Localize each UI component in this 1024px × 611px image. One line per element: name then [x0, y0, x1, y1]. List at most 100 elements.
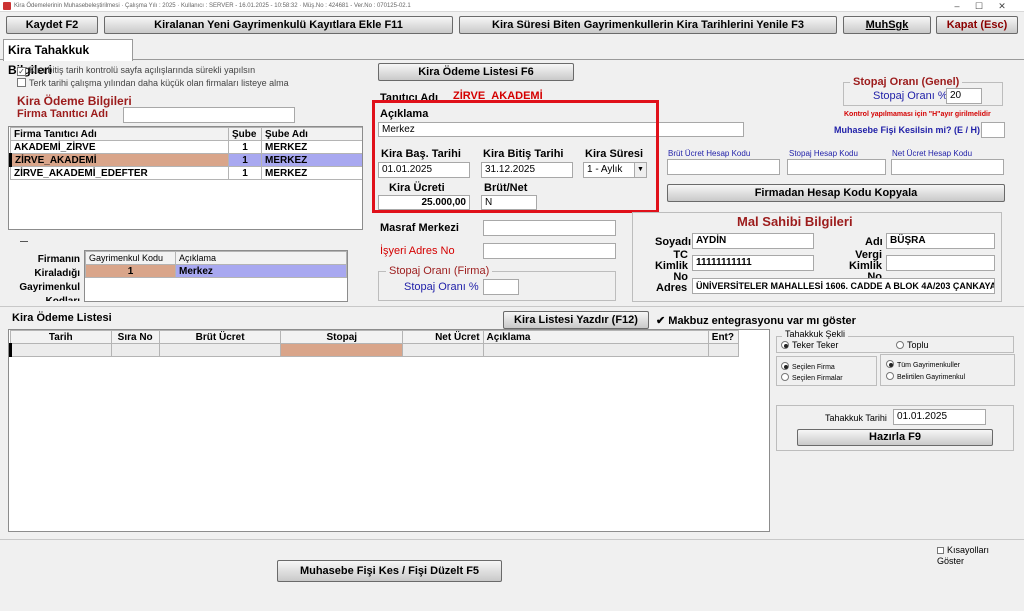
- save-button[interactable]: Kaydet F2: [6, 16, 98, 34]
- col-net-ucret[interactable]: Net Ücret: [402, 330, 484, 344]
- cell-firma: ZİRVE_AKADEMİ_EDEFTER: [10, 166, 229, 180]
- adres-label: Adres: [656, 282, 688, 294]
- renew-dates-button[interactable]: Kira Süresi Biten Gayrimenkullerin Kira …: [459, 16, 837, 34]
- muhasebe-fisi-kes-button[interactable]: Muhasebe Fişi Kes / Fişi Düzelt F5: [277, 560, 502, 582]
- gayrimenkul-grid[interactable]: Gayrimenkul Kodu Açıklama 1 Merkez: [84, 250, 348, 302]
- masraf-merkezi-label: Masraf Merkezi: [380, 222, 459, 234]
- vergi-input[interactable]: [886, 255, 995, 271]
- radio-icon: [886, 360, 894, 368]
- col-gayrimenkul-kodu[interactable]: Gayrimenkul Kodu: [85, 251, 176, 265]
- isyeri-adres-input[interactable]: [483, 243, 616, 259]
- net-hesap-label: Net Ücret Hesap Kodu: [892, 149, 973, 158]
- stopaj-hesap-label: Stopaj Hesap Kodu: [789, 149, 858, 158]
- radio-icon: [886, 372, 894, 380]
- checkmark-icon: ✔: [656, 315, 666, 327]
- bottom-divider: [0, 539, 1024, 540]
- brut-hesap-label: Brüt Ücret Hesap Kodu: [668, 149, 751, 158]
- add-new-property-button[interactable]: Kiralanan Yeni Gayrimenkulü Kayıtlara Ek…: [104, 16, 453, 34]
- window-title: Kira Ödemelerinin Muhasebeleştirilmesi ·…: [14, 3, 411, 9]
- isyeri-adres-label: İşyeri Adres No: [380, 245, 455, 257]
- kira-bitis-kontrol-checkbox[interactable]: ✓ Kira bitiş tarih kontrolü sayfa açılışl…: [17, 65, 255, 76]
- net-hesap-input[interactable]: [891, 159, 1004, 175]
- checkbox-icon: ✓: [17, 67, 26, 76]
- copy-hesap-kodu-button[interactable]: Firmadan Hesap Kodu Kopyala: [667, 184, 1005, 202]
- secilen-firmalar-radio[interactable]: Seçilen Firmalar: [781, 373, 843, 382]
- col-aciklama[interactable]: Açıklama: [175, 251, 347, 265]
- stopaj-firma-label: Stopaj Oranı %: [404, 281, 479, 293]
- table-row[interactable]: AKADEMİ_ZİRVE 1 MERKEZ: [10, 140, 362, 154]
- col-aciklama[interactable]: Açıklama: [482, 330, 709, 344]
- firma-grid[interactable]: Firma Tanıtıcı Adı Şube Şube Adı AKADEMİ…: [8, 126, 363, 230]
- kisayollari-checkbox[interactable]: Kısayolları Göster: [937, 545, 997, 567]
- stopaj-genel-title: Stopaj Oranı (Genel): [850, 76, 963, 88]
- adres-input[interactable]: ÜNİVERSİTELER MAHALLESİ 1606. CADDE A BL…: [692, 278, 995, 294]
- secilen-firma-radio[interactable]: Seçilen Firma: [781, 362, 835, 371]
- brut-hesap-input[interactable]: [667, 159, 780, 175]
- col-sube[interactable]: Şube: [228, 127, 262, 141]
- muhasebe-fisi-label: Muhasebe Fişi Kesilsin mi? (E / H): [834, 125, 981, 135]
- cell-brut: [158, 343, 282, 357]
- hazirla-button[interactable]: Hazırla F9: [797, 429, 993, 446]
- gayrimenkul-secim-group: [880, 354, 1015, 386]
- cell-sube: 1: [228, 140, 262, 154]
- table-row-selected[interactable]: ZİRVE_AKADEMİ 1 MERKEZ: [9, 153, 362, 167]
- table-row-selected[interactable]: 1 Merkez: [85, 264, 347, 278]
- makbuz-checkbox[interactable]: ✔ Makbuz entegrasyonu var mı göster: [656, 314, 856, 327]
- odeme-listesi-title: Kira Ödeme Listesi: [12, 312, 112, 324]
- col-tarih[interactable]: Tarih: [10, 330, 112, 344]
- terk-tarihi-checkbox[interactable]: Terk tarihi çalışma yılından daha küçük …: [17, 78, 289, 88]
- cell-net: [402, 343, 484, 357]
- col-ent[interactable]: Ent?: [707, 330, 740, 344]
- masraf-merkezi-input[interactable]: [483, 220, 616, 236]
- kira-odeme-listesi-button[interactable]: Kira Ödeme Listesi F6: [378, 63, 574, 81]
- cell-sube-adi: MERKEZ: [261, 140, 362, 154]
- minimize-button[interactable]: –: [948, 0, 966, 12]
- table-row[interactable]: [9, 343, 740, 357]
- close-window-button[interactable]: ✕: [993, 0, 1011, 12]
- cell-firma: ZİRVE_AKADEMİ: [9, 153, 229, 167]
- col-firma-tanitici[interactable]: Firma Tanıtıcı Adı: [10, 127, 229, 141]
- table-row[interactable]: ZİRVE_AKADEMİ_EDEFTER 1 MERKEZ: [10, 166, 362, 180]
- adi-label: Adı: [865, 236, 883, 248]
- close-button[interactable]: Kapat (Esc): [936, 16, 1018, 34]
- muhsgk-button[interactable]: MuhSgk: [843, 16, 931, 34]
- soyadi-input[interactable]: AYDİN: [692, 233, 814, 249]
- section-divider: [0, 306, 1024, 307]
- col-brut-ucret[interactable]: Brüt Ücret: [158, 330, 282, 344]
- stopaj-hesap-input[interactable]: [787, 159, 886, 175]
- cell-tarih: [9, 343, 112, 357]
- tc-label: TC Kimlik No: [654, 249, 688, 283]
- tahakkuk-sekli-title: Tahakkuk Şekli: [782, 329, 849, 339]
- gayrimenkul-side-label: Firmanın Kiraladığı Gayrimenkul Kodları: [19, 254, 80, 301]
- mal-sahibi-title: Mal Sahibi Bilgileri: [737, 214, 853, 229]
- belirtilen-gayrimenkul-radio[interactable]: Belirtilen Gayrimenkul: [886, 372, 965, 381]
- tahakkuk-tarihi-label: Tahakkuk Tarihi: [825, 413, 887, 423]
- stopaj-genel-label: Stopaj Oranı %: [873, 90, 948, 102]
- grid-splitter: [20, 241, 28, 242]
- toplu-radio[interactable]: Toplu: [896, 340, 929, 350]
- tab-kira-tahakkuk[interactable]: Kira Tahakkuk Bilgileri: [3, 39, 133, 77]
- adi-input[interactable]: BÜŞRA: [886, 233, 995, 249]
- teker-teker-radio[interactable]: Teker Teker: [781, 340, 838, 350]
- odeme-listesi-grid[interactable]: Tarih Sıra No Brüt Ücret Stopaj Net Ücre…: [8, 329, 770, 532]
- stopaj-genel-input[interactable]: 20: [946, 88, 982, 104]
- radio-icon: [896, 341, 904, 349]
- col-stopaj[interactable]: Stopaj: [280, 330, 404, 344]
- title-bar: Kira Ödemelerinin Muhasebeleştirilmesi ·…: [0, 0, 1024, 12]
- kira-listesi-yazdir-button[interactable]: Kira Listesi Yazdır (F12): [503, 311, 649, 329]
- tahakkuk-tarihi-input[interactable]: 01.01.2025: [893, 409, 986, 425]
- stopaj-firma-input[interactable]: [483, 279, 519, 295]
- highlight-box: [372, 100, 659, 213]
- cell-sube: 1: [228, 166, 262, 180]
- tc-input[interactable]: 11111111111: [692, 255, 814, 271]
- cell-ent: [707, 343, 740, 357]
- col-sube-adi[interactable]: Şube Adı: [261, 127, 362, 141]
- maximize-button[interactable]: ☐: [970, 0, 988, 12]
- col-sira-no[interactable]: Sıra No: [110, 330, 160, 344]
- tum-gayrimenkul-radio[interactable]: Tüm Gayrimenkuller: [886, 360, 960, 369]
- tab-strip: [0, 38, 1024, 60]
- radio-icon: [781, 341, 789, 349]
- muhasebe-fisi-input[interactable]: [981, 122, 1005, 138]
- cell-kod: 1: [85, 264, 176, 278]
- firma-tanitici-input[interactable]: [123, 107, 295, 123]
